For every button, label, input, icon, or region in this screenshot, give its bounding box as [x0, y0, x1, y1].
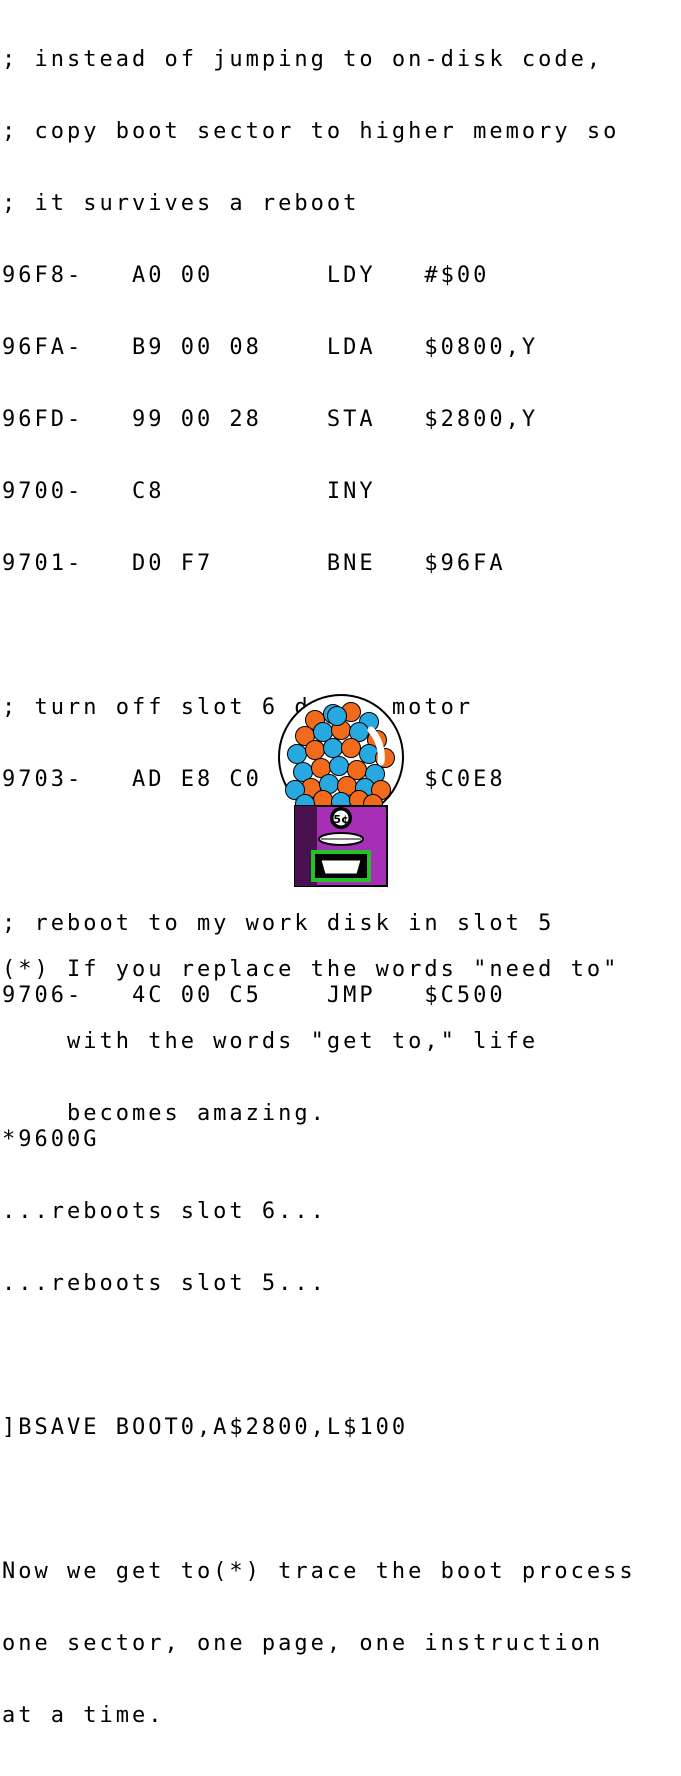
listing-line: ; copy boot sector to higher memory so	[2, 119, 620, 144]
listing-line: 9700- C8 INY	[2, 479, 376, 504]
footnote-line: with the words "get to," life	[2, 1029, 539, 1054]
listing-line: 96FA- B9 00 08 LDA $0800,Y	[2, 335, 539, 360]
gumball	[323, 738, 343, 758]
listing-line: ...reboots slot 6...	[2, 1199, 327, 1224]
footnote-line: (*) If you replace the words "need to"	[2, 957, 620, 982]
listing-line: 96FD- 99 00 28 STA $2800,Y	[2, 407, 539, 432]
coin-price-label: 5¢	[333, 813, 348, 826]
gumball-machine-illustration: 5¢	[278, 694, 404, 887]
listing-line: 96F8- A0 00 LDY #$00	[2, 263, 490, 288]
listing-line	[2, 1344, 636, 1368]
listing-line: ...reboots slot 5...	[2, 1271, 327, 1296]
listing-line: ; instead of jumping to on-disk code,	[2, 47, 604, 72]
gumball	[287, 744, 307, 764]
listing-line: ; it survives a reboot	[2, 191, 360, 216]
gumball	[327, 706, 347, 726]
footnote-line: becomes amazing.	[2, 1101, 327, 1126]
gumball-globe	[278, 694, 404, 820]
listing-line: ]BSAVE BOOT0,A$2800,L$100	[2, 1415, 409, 1440]
document-page: ; instead of jumping to on-disk code, ; …	[0, 0, 681, 1728]
listing-line	[2, 624, 636, 648]
footnote: (*) If you replace the words "need to" w…	[2, 910, 619, 1174]
gumball	[329, 756, 349, 776]
machine-base: 5¢	[294, 805, 388, 887]
listing-line: 9701- D0 F7 BNE $96FA	[2, 551, 506, 576]
gumball	[341, 738, 361, 758]
listing-line: one sector, one page, one instruction	[2, 1631, 604, 1656]
listing-line	[2, 1488, 636, 1512]
listing-line: Now we get to(*) trace the boot process	[2, 1559, 636, 1584]
gumball	[305, 740, 325, 760]
assembly-listing: ; instead of jumping to on-disk code, ; …	[2, 0, 636, 1776]
listing-line: at a time.	[2, 1703, 165, 1728]
